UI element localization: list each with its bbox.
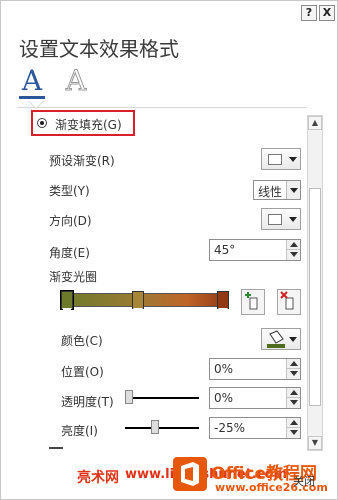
position-value: 0% [214, 362, 234, 376]
transparency-slider-track[interactable] [125, 397, 199, 399]
close-button[interactable]: X [319, 5, 335, 21]
tab-pointer [29, 101, 43, 108]
pane-title: 设置文本效果格式 [19, 37, 179, 61]
color-label: 颜色(C) [61, 334, 103, 348]
spin-down-icon[interactable] [286, 369, 300, 379]
remove-stop-icon [280, 291, 294, 310]
brightness-slider-track[interactable] [125, 427, 199, 429]
paint-bucket-icon [267, 330, 285, 348]
transparency-label: 透明度(T) [61, 395, 114, 409]
spin-down-icon[interactable] [286, 428, 300, 438]
office-logo-icon [181, 462, 199, 486]
spin-up-icon[interactable] [286, 388, 300, 398]
preset-gradient-picker[interactable] [261, 148, 301, 170]
brightness-value: -25% [214, 421, 246, 435]
tab-text-effects[interactable]: A [63, 64, 89, 97]
gradient-stops-bar[interactable] [61, 293, 229, 307]
gradient-fill-label[interactable]: 渐变填充(G) [55, 116, 122, 133]
gradient-fill-radio[interactable] [37, 118, 47, 128]
help-button[interactable]: ? [301, 5, 317, 21]
brightness-slider-thumb[interactable] [151, 420, 159, 434]
watermark-site-cn: 亮术网 [77, 470, 119, 486]
angle-spinner[interactable]: 45° [209, 239, 301, 261]
direction-picker[interactable] [261, 208, 301, 230]
text-effects-icon: A [65, 64, 87, 97]
chevron-down-icon [289, 337, 297, 342]
scroll-down-arrow-icon[interactable]: ▼ [308, 436, 322, 450]
stop-swatch [132, 291, 144, 309]
stop-pointer [62, 308, 72, 315]
office-logo [173, 457, 207, 491]
stop-swatch [61, 291, 73, 309]
vertical-scrollbar[interactable]: ▲ ▼ [307, 115, 323, 451]
color-picker-button[interactable] [261, 328, 301, 350]
spin-up-icon[interactable] [286, 240, 300, 250]
position-spinner[interactable]: 0% [209, 358, 301, 380]
scroll-up-arrow-icon[interactable]: ▲ [308, 116, 322, 130]
position-label: 位置(O) [61, 365, 104, 379]
chevron-down-icon [289, 157, 297, 162]
spin-up-icon[interactable] [286, 359, 300, 369]
close-text-partial[interactable]: 关闭 [293, 473, 315, 489]
type-label: 类型(Y) [49, 184, 90, 198]
scroll-thumb[interactable] [309, 188, 321, 406]
spin-up-icon[interactable] [286, 418, 300, 428]
preset-swatch [268, 154, 282, 165]
format-text-effects-pane: ? X 设置文本效果格式 A A ▲ ▼ 渐变填充(G) 预设渐变(R) 类型(… [0, 0, 338, 500]
spin-down-icon[interactable] [286, 398, 300, 408]
direction-swatch [268, 214, 282, 225]
stop-swatch [217, 291, 229, 309]
add-gradient-stop-button[interactable] [241, 289, 265, 315]
remove-gradient-stop-button[interactable] [277, 289, 301, 315]
tab-divider [17, 107, 307, 108]
direction-label: 方向(D) [49, 214, 92, 228]
brightness-label: 亮度(I) [61, 424, 98, 438]
tab-text-fill-outline[interactable]: A [19, 64, 45, 99]
angle-label: 角度(E) [49, 246, 90, 260]
brightness-spinner[interactable]: -25% [209, 417, 301, 439]
text-fill-icon: A [21, 64, 43, 97]
transparency-slider-thumb[interactable] [125, 390, 133, 404]
active-tab-underline [19, 96, 45, 99]
preset-gradient-label: 预设渐变(R) [49, 154, 115, 168]
transparency-spinner[interactable]: 0% [209, 387, 301, 409]
chevron-down-icon[interactable] [286, 181, 300, 199]
type-value: 线性 [258, 185, 283, 199]
angle-value: 45° [214, 243, 236, 257]
stop-pointer [218, 308, 228, 315]
gradient-stops-label: 渐变光圈 [49, 270, 98, 284]
transparency-value: 0% [214, 391, 234, 405]
spin-down-icon[interactable] [286, 250, 300, 260]
chevron-down-icon [289, 217, 297, 222]
add-stop-icon [245, 292, 258, 310]
titlebar: ? X [1, 1, 338, 25]
gradient-stop-3[interactable] [217, 291, 229, 317]
partial-divider [49, 447, 63, 449]
gradient-stop-1[interactable] [61, 291, 73, 317]
type-select[interactable]: 线性 [253, 180, 301, 200]
stop-pointer [133, 308, 143, 315]
gradient-stop-2[interactable] [132, 291, 144, 317]
